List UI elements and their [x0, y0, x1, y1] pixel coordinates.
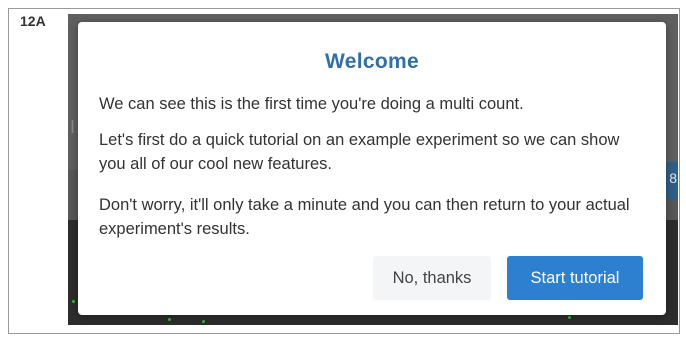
dialog-title: Welcome [325, 50, 419, 73]
background-edge-glyph: 8 [669, 170, 677, 186]
no-thanks-button[interactable]: No, thanks [373, 256, 491, 300]
dialog-paragraph-first-time: We can see this is the first time you're… [99, 95, 524, 113]
background-dot [568, 316, 571, 319]
welcome-dialog: Welcome We can see this is the first tim… [78, 22, 666, 315]
background-partial-text: I [70, 117, 76, 137]
start-tutorial-button[interactable]: Start tutorial [507, 256, 643, 300]
background-dot [168, 318, 171, 321]
background-dot [202, 320, 205, 323]
background-dot [72, 300, 75, 303]
dialog-paragraph-duration: Don't worry, it'll only take a minute an… [99, 196, 630, 238]
panel-label: 12A [20, 13, 46, 29]
dialog-paragraph-tutorial: Let's first do a quick tutorial on an ex… [99, 131, 620, 173]
